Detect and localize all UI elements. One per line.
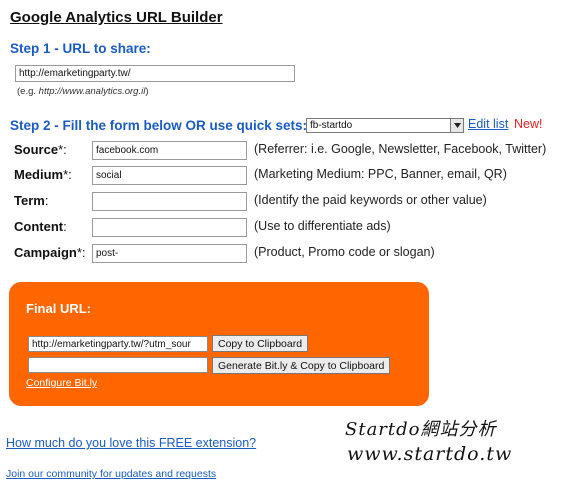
term-required-mark: : xyxy=(44,193,49,208)
content-help: (Use to differentiate ads) xyxy=(254,219,391,233)
example-url: http://www.analytics.org.il xyxy=(38,86,146,97)
source-required-mark: *: xyxy=(58,142,67,157)
share-url-input[interactable] xyxy=(15,65,295,82)
term-help: (Identify the paid keywords or other val… xyxy=(254,193,487,207)
configure-bitly-link[interactable]: Configure Bit.ly xyxy=(26,377,97,389)
quick-sets-select[interactable]: fb-startdo xyxy=(306,118,464,133)
source-label: Source*: xyxy=(14,142,67,157)
bitly-url-input[interactable] xyxy=(28,357,208,373)
page-title: Google Analytics URL Builder xyxy=(10,9,223,26)
copy-to-clipboard-button[interactable]: Copy to Clipboard xyxy=(212,335,309,352)
source-label-text: Source xyxy=(14,142,59,157)
content-label-text: Content xyxy=(14,219,64,234)
medium-label: Medium*: xyxy=(14,167,72,182)
campaign-input[interactable] xyxy=(92,244,247,263)
step2-heading: Step 2 - Fill the form below OR use quic… xyxy=(10,118,308,133)
new-badge: New! xyxy=(514,117,543,131)
medium-required-mark: *: xyxy=(63,167,72,182)
url-example-hint: (e.g. http://www.analytics.org.il) xyxy=(17,86,148,97)
content-label: Content: xyxy=(14,219,67,234)
content-required-mark: : xyxy=(63,219,67,234)
campaign-required-mark: *: xyxy=(76,245,86,260)
campaign-label-text: Campaign xyxy=(14,245,77,260)
final-url-panel: Final URL: Copy to Clipboard Generate Bi… xyxy=(9,282,429,406)
final-url-title: Final URL: xyxy=(26,301,91,316)
medium-help: (Marketing Medium: PPC, Banner, email, Q… xyxy=(254,167,507,181)
term-label: Term: xyxy=(14,193,48,208)
generate-bitly-button[interactable]: Generate Bit.ly & Copy to Clipboard xyxy=(212,357,391,374)
chevron-down-icon[interactable] xyxy=(450,119,463,132)
medium-label-text: Medium xyxy=(14,167,64,182)
term-label-text: Term xyxy=(14,193,45,208)
love-extension-link[interactable]: How much do you love this FREE extension… xyxy=(6,436,256,450)
example-prefix: (e.g. xyxy=(17,86,39,97)
watermark-url: www.startdo.tw xyxy=(347,443,513,465)
term-input[interactable] xyxy=(92,192,247,211)
source-help: (Referrer: i.e. Google, Newsletter, Face… xyxy=(254,142,547,156)
source-input[interactable] xyxy=(92,141,247,160)
campaign-help: (Product, Promo code or slogan) xyxy=(254,245,435,259)
watermark-title: Startdo網站分析 xyxy=(345,419,497,440)
medium-input[interactable] xyxy=(92,166,247,185)
quick-sets-selected-value: fb-startdo xyxy=(310,120,353,131)
edit-list-link[interactable]: Edit list xyxy=(468,117,508,131)
step1-heading: Step 1 - URL to share: xyxy=(10,41,151,56)
example-suffix: ) xyxy=(145,86,149,97)
content-input[interactable] xyxy=(92,218,247,237)
join-community-link[interactable]: Join our community for updates and reque… xyxy=(6,468,216,480)
final-url-input[interactable] xyxy=(28,336,208,352)
campaign-label: Campaign*: xyxy=(14,245,86,260)
